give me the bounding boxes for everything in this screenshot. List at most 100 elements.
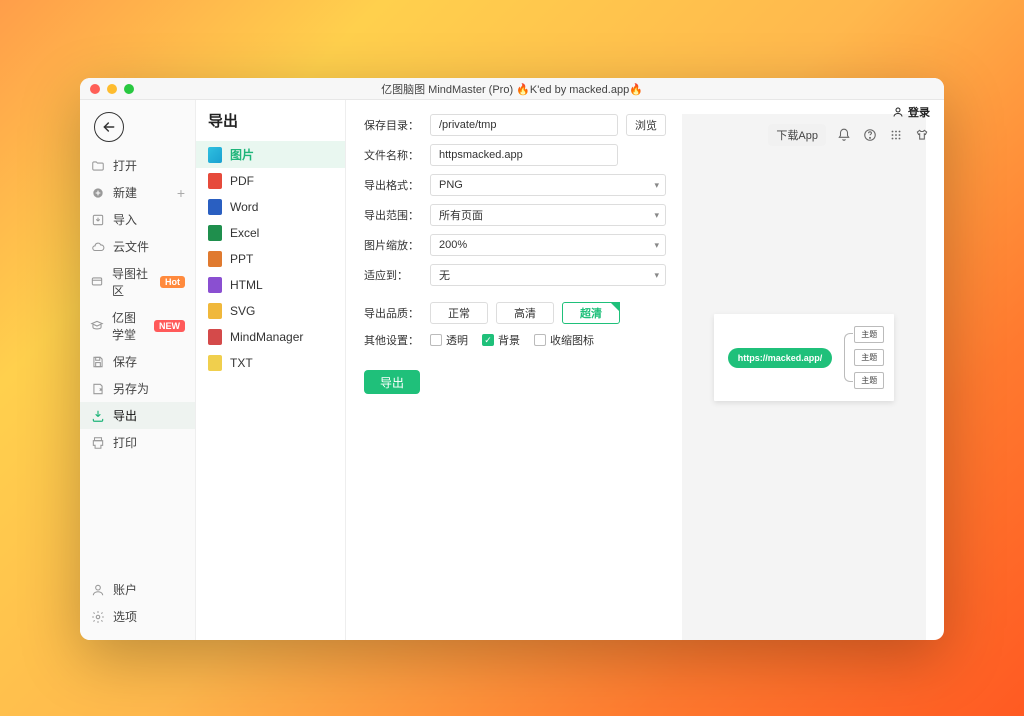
filename-input[interactable]: httpsmacked.app [430, 144, 618, 166]
filename-label: 文件名称： [364, 147, 422, 163]
minimize-window[interactable] [107, 84, 117, 94]
nav-icon [90, 609, 105, 624]
user-icon [892, 106, 904, 118]
browse-button[interactable]: 浏览 [626, 114, 666, 136]
nav-item-账户[interactable]: 账户 [80, 576, 195, 603]
format-label: Word [230, 200, 258, 214]
format-HTML[interactable]: HTML [196, 272, 345, 298]
nav-item-导入[interactable]: 导入 [80, 206, 195, 233]
back-button[interactable] [94, 112, 124, 142]
file-icon [208, 147, 222, 163]
preview-child-node: 主题 [854, 326, 884, 343]
file-icon [208, 225, 222, 241]
file-icon [208, 277, 222, 293]
shirt-icon[interactable] [914, 127, 930, 143]
preview-root-node: https://macked.app/ [728, 348, 833, 368]
format-label: Excel [230, 226, 259, 240]
nav-icon [90, 354, 105, 369]
collapse-icon-checkbox[interactable]: 收缩图标 [534, 332, 594, 348]
bell-icon[interactable] [836, 127, 852, 143]
file-icon [208, 173, 222, 189]
app-window: 亿图脑图 MindMaster (Pro) 🔥K'ed by macked.ap… [80, 78, 944, 640]
download-app-button[interactable]: 下载App [768, 124, 826, 146]
nav-item-打印[interactable]: 打印 [80, 429, 195, 456]
content: 打开新建+导入云文件导图社区Hot亿图学堂NEW保存另存为导出打印 账户选项 导… [80, 100, 944, 640]
other-label: 其他设置： [364, 332, 422, 348]
export-button[interactable]: 导出 [364, 370, 420, 394]
format-SVG[interactable]: SVG [196, 298, 345, 324]
file-icon [208, 355, 222, 371]
format-PPT[interactable]: PPT [196, 246, 345, 272]
nav-label: 导图社区 [112, 265, 152, 299]
export-form: 保存目录： /private/tmp 浏览 文件名称： httpsmacked.… [364, 114, 666, 640]
grid-icon[interactable] [888, 127, 904, 143]
quality-高清[interactable]: 高清 [496, 302, 554, 324]
format-select[interactable]: PNG▾ [430, 174, 666, 196]
nav-label: 新建 [113, 184, 137, 201]
quality-segmented: 正常高清超清 [430, 302, 620, 324]
nav-item-导图社区[interactable]: 导图社区 Hot [80, 260, 195, 304]
topbar-right: 登录 下载App [768, 100, 930, 146]
format-label: 图片 [230, 146, 254, 163]
file-icon [208, 329, 222, 345]
zoom-select[interactable]: 200%▾ [430, 234, 666, 256]
fit-select[interactable]: 无▾ [430, 264, 666, 286]
nav-item-打开[interactable]: 打开 [80, 152, 195, 179]
help-icon[interactable] [862, 127, 878, 143]
dir-label: 保存目录： [364, 117, 422, 133]
format-图片[interactable]: 图片 [196, 141, 345, 168]
format-Word[interactable]: Word [196, 194, 345, 220]
badge: NEW [154, 320, 185, 332]
close-window[interactable] [90, 84, 100, 94]
quality-正常[interactable]: 正常 [430, 302, 488, 324]
nav-icon [90, 381, 105, 396]
nav-item-新建[interactable]: 新建 + [80, 179, 195, 206]
nav-label: 云文件 [113, 238, 149, 255]
window-controls [90, 84, 134, 94]
nav-item-另存为[interactable]: 另存为 [80, 375, 195, 402]
preview-child-node: 主题 [854, 349, 884, 366]
nav-label: 亿图学堂 [112, 309, 146, 343]
maximize-window[interactable] [124, 84, 134, 94]
nav-icon [90, 158, 105, 173]
nav-label: 保存 [113, 353, 137, 370]
arrow-left-icon [101, 119, 117, 135]
file-icon [208, 199, 222, 215]
file-icon [208, 303, 222, 319]
transparent-checkbox[interactable]: 透明 [430, 332, 468, 348]
format-label: MindManager [230, 330, 303, 344]
format-TXT[interactable]: TXT [196, 350, 345, 376]
format-label: SVG [230, 304, 255, 318]
format-label: 导出格式： [364, 177, 422, 193]
nav-label: 选项 [113, 608, 137, 625]
nav-item-云文件[interactable]: 云文件 [80, 233, 195, 260]
badge: Hot [160, 276, 185, 288]
nav-item-保存[interactable]: 保存 [80, 348, 195, 375]
format-MindManager[interactable]: MindManager [196, 324, 345, 350]
form-area: 登录 下载App 保存目录： /private/tmp 浏览 文件名称 [346, 100, 944, 640]
file-icon [208, 251, 222, 267]
preview-card: https://macked.app/ 主题主题主题 [714, 314, 895, 401]
nav-item-选项[interactable]: 选项 [80, 603, 195, 630]
nav-icon [90, 212, 105, 227]
nav-item-导出[interactable]: 导出 [80, 402, 195, 429]
dir-input[interactable]: /private/tmp [430, 114, 618, 136]
format-PDF[interactable]: PDF [196, 168, 345, 194]
format-label: PPT [230, 252, 253, 266]
login-link[interactable]: 登录 [892, 104, 930, 120]
preview-child-node: 主题 [854, 372, 884, 389]
format-label: HTML [230, 278, 263, 292]
range-select[interactable]: 所有页面▾ [430, 204, 666, 226]
background-checkbox[interactable]: ✓背景 [482, 332, 520, 348]
nav-icon [90, 319, 104, 334]
nav-icon [90, 435, 105, 450]
side-nav: 打开新建 + 导入云文件导图社区 Hot 亿图学堂 NEW 保存另存为导出打印 账户选项 [80, 100, 196, 640]
format-Excel[interactable]: Excel [196, 220, 345, 246]
nav-item-亿图学堂[interactable]: 亿图学堂 NEW [80, 304, 195, 348]
export-format-panel: 导出 图片PDFWordExcelPPTHTMLSVGMindManagerTX… [196, 100, 346, 640]
format-label: TXT [230, 356, 253, 370]
plus-icon[interactable]: + [177, 185, 185, 201]
quality-超清[interactable]: 超清 [562, 302, 620, 324]
range-label: 导出范围： [364, 207, 422, 223]
format-label: PDF [230, 174, 254, 188]
